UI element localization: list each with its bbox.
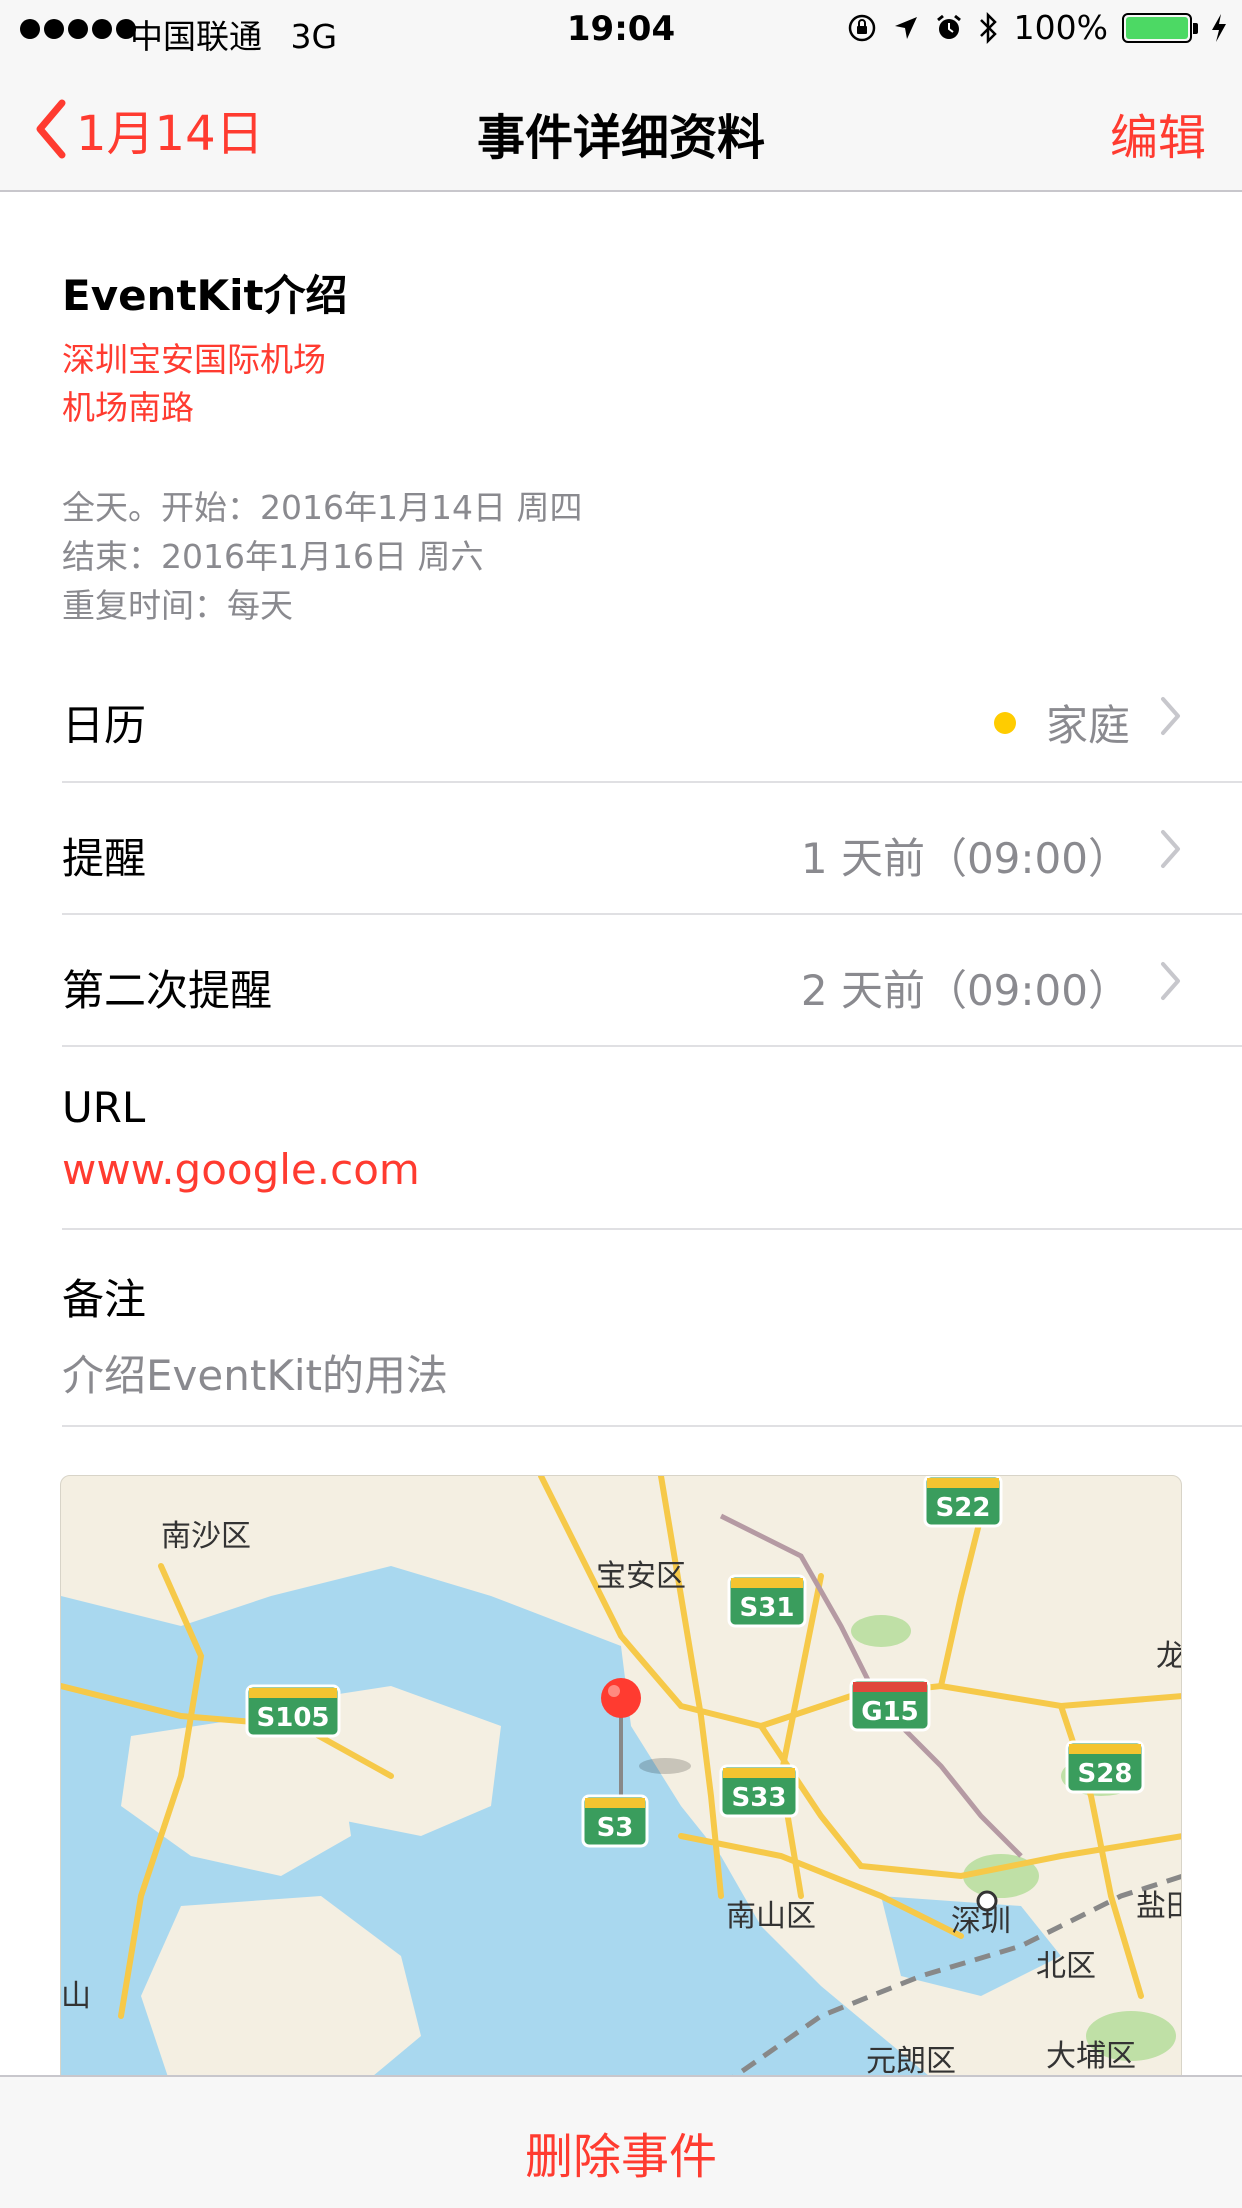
battery-icon	[1122, 12, 1198, 43]
event-location-line1[interactable]: 深圳宝安国际机场	[62, 333, 326, 381]
map-label-beiqu: 北区	[1036, 1949, 1096, 1984]
second-alert-value: 2 天前（09:00）	[800, 966, 1130, 1015]
map-label-nanshan: 南山区	[726, 1899, 816, 1934]
event-date-end: 结束：2016年1月16日 周六	[62, 537, 484, 576]
highway-shield-s22: S22	[923, 1476, 1003, 1528]
svg-text:S22: S22	[936, 1493, 991, 1523]
chevron-right-icon	[1161, 830, 1180, 868]
svg-text:S105: S105	[257, 1703, 330, 1733]
calendar-row[interactable]: 日历 家庭	[62, 650, 1242, 783]
chevron-right-icon	[1161, 697, 1180, 735]
url-label: URL	[62, 1083, 146, 1132]
location-arrow-icon	[894, 16, 917, 39]
page-title: 事件详细资料	[476, 110, 765, 166]
svg-text:G15: G15	[861, 1697, 919, 1727]
status-right: 100%	[846, 8, 1228, 47]
url-link[interactable]: www.google.com	[62, 1145, 420, 1194]
second-alert-row[interactable]: 第二次提醒 2 天前（09:00）	[62, 915, 1242, 1047]
delete-event-button[interactable]: 删除事件	[0, 2117, 1242, 2187]
map-canvas: 南沙区 宝安区 南山区 深圳 北区 元朗区 大埔区 龙 盐田 山 S22 S31…	[61, 1476, 1182, 2084]
battery-percent: 100%	[1013, 8, 1108, 47]
event-date-start: 全天。开始：2016年1月14日 周四	[62, 488, 583, 527]
svg-text:S28: S28	[1078, 1759, 1133, 1789]
second-alert-label: 第二次提醒	[62, 966, 273, 1015]
map-label-baoan: 宝安区	[596, 1559, 686, 1594]
chevron-right-icon	[1161, 962, 1180, 1000]
rotation-lock-icon	[848, 14, 875, 41]
highway-shield-g15: G15	[849, 1678, 931, 1732]
alert-value: 1 天前（09:00）	[800, 834, 1130, 883]
event-location-line2[interactable]: 机场南路	[62, 381, 194, 429]
highway-shield-s33: S33	[719, 1764, 799, 1818]
highway-shield-s28: S28	[1065, 1740, 1145, 1794]
notes-row: 备注 介绍EventKit的用法	[62, 1230, 1242, 1427]
location-map[interactable]: 南沙区 宝安区 南山区 深圳 北区 元朗区 大埔区 龙 盐田 山 S22 S31…	[60, 1475, 1182, 2085]
calendar-color-dot	[993, 711, 1016, 734]
bottom-toolbar: 删除事件	[0, 2075, 1242, 2208]
calendar-value: 家庭	[993, 692, 1130, 753]
navigation-bar: 1月14日 事件详细资料 编辑	[0, 62, 1242, 192]
alert-label: 提醒	[62, 834, 147, 883]
status-bar: 中国联通 3G 19:04 100%	[0, 0, 1242, 62]
svg-text:S33: S33	[732, 1783, 787, 1813]
highway-shield-s31: S31	[727, 1574, 807, 1628]
notes-label: 备注	[62, 1275, 147, 1324]
alert-row[interactable]: 提醒 1 天前（09:00）	[62, 783, 1242, 915]
calendar-label: 日历	[62, 701, 147, 750]
bluetooth-icon	[979, 11, 997, 44]
map-label-long: 龙	[1156, 1639, 1182, 1674]
notes-text: 介绍EventKit的用法	[62, 1351, 448, 1400]
event-title: EventKit介绍	[62, 271, 348, 320]
edit-button[interactable]: 编辑	[1110, 98, 1206, 168]
map-label-yuanlang: 元朗区	[866, 2044, 956, 2079]
calendar-name: 家庭	[1045, 701, 1130, 750]
highway-shield-s3: S3	[581, 1794, 649, 1848]
svg-text:S31: S31	[740, 1593, 795, 1623]
charging-bolt-icon	[1212, 13, 1226, 42]
map-label-yan: 盐田	[1136, 1889, 1182, 1924]
svg-text:S3: S3	[597, 1813, 634, 1843]
highway-shield-s105: S105	[245, 1684, 341, 1738]
alarm-icon	[936, 14, 961, 39]
map-park	[851, 1615, 911, 1647]
map-city-marker	[976, 1890, 998, 1912]
map-label-dapu: 大埔区	[1046, 2039, 1136, 2074]
map-label-nansha: 南沙区	[161, 1519, 251, 1554]
event-repeat: 重复时间：每天	[62, 586, 293, 625]
url-row: URL www.google.com	[62, 1047, 1242, 1230]
map-label-shan: 山	[61, 1979, 91, 2014]
